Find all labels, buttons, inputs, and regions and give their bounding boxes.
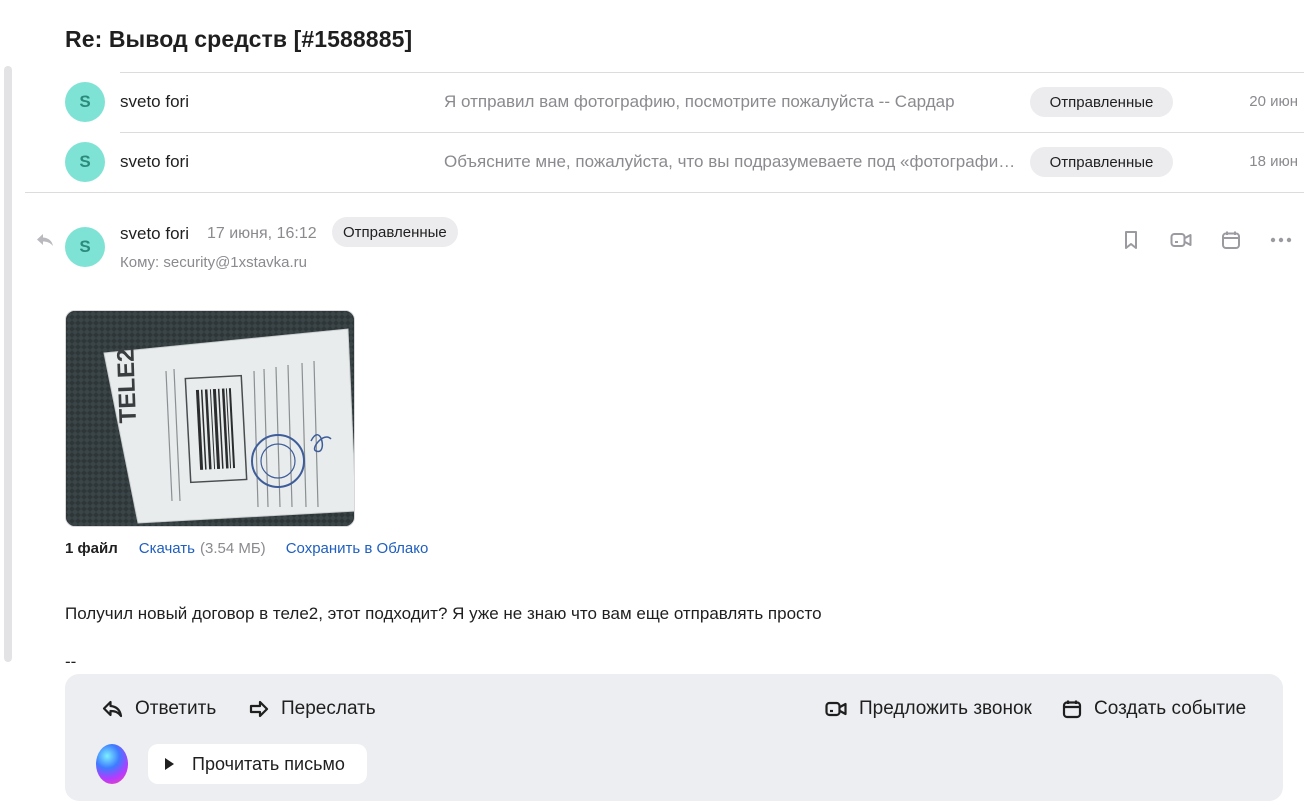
email-subject: Re: Вывод средств [#1588885] [65, 26, 413, 52]
message-date: 17 июня, 16:12 [207, 225, 317, 242]
replied-icon [37, 234, 53, 246]
message-sender[interactable]: sveto fori [120, 224, 189, 244]
folder-badge[interactable]: Отправленные [1030, 87, 1173, 117]
signature-separator: -- [65, 652, 77, 671]
attachment-info: 1 файл Скачать (3.54 МБ) Сохранить в Обл… [65, 540, 428, 557]
forward-icon [249, 700, 269, 718]
forward-button[interactable]: Переслать [248, 696, 376, 722]
thread-date: 18 июн [1249, 153, 1298, 170]
thread-date: 20 июн [1249, 93, 1298, 110]
more-icon[interactable] [1269, 228, 1293, 252]
avatar: S [65, 82, 105, 122]
sender-avatar[interactable]: S [65, 227, 105, 267]
file-count: 1 файл [65, 540, 118, 557]
message-actions [1119, 228, 1294, 252]
thread-snippet: Я отправил вам фотографию, посмотрите по… [444, 92, 955, 111]
scrollbar[interactable] [4, 66, 12, 662]
calendar-icon [1062, 700, 1082, 719]
folder-badge[interactable]: Отправленные [332, 217, 458, 247]
create-event-button[interactable]: Создать событие [1062, 696, 1246, 722]
create-event-label: Создать событие [1094, 698, 1247, 719]
forward-label: Переслать [281, 698, 376, 719]
reply-label: Ответить [135, 698, 217, 719]
avatar: S [65, 142, 105, 182]
reply-icon [102, 700, 123, 718]
document-photo-icon: TELE2 [66, 311, 354, 526]
reply-button[interactable]: Ответить [102, 696, 216, 722]
divider [25, 192, 1304, 193]
thread-sender: sveto fori [120, 92, 189, 111]
suggest-call-label: Предложить звонок [859, 698, 1032, 719]
thread-item[interactable]: S sveto fori Я отправил вам фотографию, … [65, 72, 1304, 132]
assistant-orb-icon[interactable] [96, 744, 128, 784]
save-to-cloud-link[interactable]: Сохранить в Облако [286, 540, 429, 557]
read-aloud-button[interactable]: Прочитать письмо [148, 744, 367, 784]
svg-text:TELE2: TELE2 [112, 348, 142, 424]
play-icon [165, 758, 174, 770]
action-panel: Ответить Переслать Предложить звонок Соз… [65, 674, 1283, 801]
bookmark-icon[interactable] [1119, 228, 1143, 252]
download-link[interactable]: Скачать [139, 540, 195, 557]
video-call-icon [825, 701, 847, 717]
read-aloud-label: Прочитать письмо [192, 753, 345, 774]
thread-item[interactable]: S sveto fori Объясните мне, пожалуйста, … [65, 132, 1304, 192]
video-call-icon[interactable] [1169, 228, 1193, 252]
suggest-call-button[interactable]: Предложить звонок [825, 696, 1032, 722]
divider [120, 132, 1304, 133]
divider [120, 72, 1304, 73]
thread-snippet: Объясните мне, пожалуйста, что вы подраз… [444, 152, 1019, 171]
calendar-icon[interactable] [1219, 228, 1243, 252]
recipient[interactable]: Кому: security@1xstavka.ru [120, 254, 307, 271]
folder-badge[interactable]: Отправленные [1030, 147, 1173, 177]
file-size: (3.54 МБ) [199, 540, 266, 557]
message-body: Получил новый договор в теле2, этот подх… [65, 604, 822, 623]
thread-sender: sveto fori [120, 152, 189, 171]
attachment-thumbnail[interactable]: TELE2 [65, 310, 355, 527]
